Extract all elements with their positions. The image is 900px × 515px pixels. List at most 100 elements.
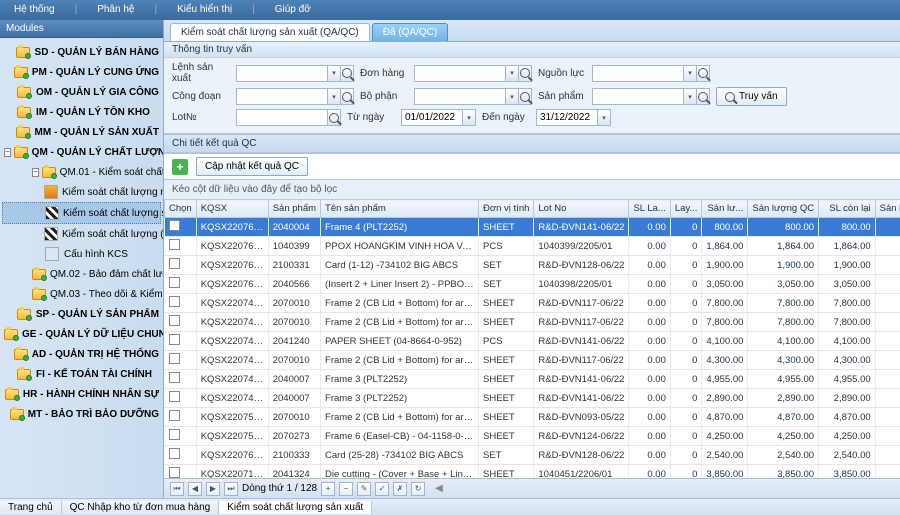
row-checkbox[interactable]	[169, 410, 180, 421]
pg-refresh[interactable]: ↻	[411, 482, 425, 496]
lk-nl[interactable]	[697, 65, 710, 82]
row-checkbox[interactable]	[169, 315, 180, 326]
lk-lot[interactable]	[328, 109, 341, 126]
dd-nl[interactable]: ▾	[684, 65, 697, 82]
tree-node[interactable]: QM.03 - Theo dõi & Kiểm soát	[2, 284, 161, 304]
row-checkbox[interactable]	[169, 353, 180, 364]
col-header[interactable]: SL La...	[629, 200, 670, 218]
lk-dh[interactable]	[519, 65, 532, 82]
tree-node[interactable]: −QM - QUẢN LÝ CHẤT LƯỢNG	[2, 142, 161, 162]
tree-node[interactable]: FI - KẾ TOÁN TÀI CHÍNH	[2, 364, 161, 384]
lk-bp[interactable]	[519, 88, 532, 105]
row-checkbox[interactable]	[169, 258, 180, 269]
lk-lsx[interactable]	[341, 65, 354, 82]
menu-help[interactable]: Giúp đỡ	[265, 0, 321, 20]
col-header[interactable]: Tên sản phẩm	[321, 200, 479, 218]
inp-lot[interactable]	[236, 109, 328, 126]
status-home[interactable]: Trang chủ	[0, 501, 62, 514]
add-icon[interactable]: +	[172, 159, 188, 175]
expand-icon[interactable]: −	[32, 168, 39, 177]
row-checkbox[interactable]	[169, 448, 180, 459]
row-checkbox[interactable]	[169, 334, 180, 345]
pg-edit[interactable]: ✎	[357, 482, 371, 496]
row-checkbox[interactable]	[169, 277, 180, 288]
row-checkbox[interactable]	[169, 239, 180, 250]
menu-system[interactable]: Hệ thống	[4, 0, 65, 20]
inp-to[interactable]	[536, 109, 598, 126]
tree-node[interactable]: MM - QUẢN LÝ SẢN XUẤT	[2, 122, 161, 142]
table-row[interactable]: KQSX220762572100333Card (25-28) -734102 …	[165, 446, 900, 465]
table-row[interactable]: KQSX220765722040566(Insert 2 + Liner Ins…	[165, 275, 900, 294]
row-checkbox[interactable]	[169, 372, 180, 383]
dd-sp[interactable]: ▾	[684, 88, 697, 105]
row-checkbox[interactable]	[169, 467, 180, 478]
lk-sp[interactable]	[697, 88, 710, 105]
inp-lsx[interactable]	[236, 65, 328, 82]
col-header[interactable]: Sản lư...	[702, 200, 748, 218]
dd-to[interactable]: ▾	[598, 109, 611, 126]
row-checkbox[interactable]	[169, 220, 180, 231]
tree-node[interactable]: GE - QUẢN LÝ DỮ LIỆU CHUNG	[2, 324, 161, 344]
tree-node[interactable]: Kiểm soát chất lượng mua hàng	[2, 182, 161, 202]
status-qc-import[interactable]: QC Nhập kho từ đơn mua hàng	[62, 501, 220, 514]
col-header[interactable]: KQSX	[196, 200, 268, 218]
tree-node[interactable]: Kiểm soát chất lượng sản xuất	[2, 202, 161, 224]
table-row[interactable]: KQSX220765632100331Card (1-12) -734102 B…	[165, 256, 900, 275]
pg-last[interactable]: ⏭	[224, 482, 238, 496]
col-header[interactable]: Đơn vị tính	[479, 200, 534, 218]
col-header[interactable]: Lot No	[534, 200, 629, 218]
row-checkbox[interactable]	[169, 296, 180, 307]
pg-cancel[interactable]: ✗	[393, 482, 407, 496]
pg-prev[interactable]: ◀	[188, 482, 202, 496]
pg-add[interactable]: +	[321, 482, 335, 496]
tree-node[interactable]: OM - QUẢN LÝ GIA CÔNG	[2, 82, 161, 102]
col-header[interactable]: Sản lượng đạt	[875, 200, 900, 218]
module-tree[interactable]: SD - QUẢN LÝ BÁN HÀNGPM - QUẢN LÝ CUNG Ứ…	[0, 38, 163, 498]
table-row[interactable]: KQSX220743692070010Frame 2 (CB Lid + Bot…	[165, 294, 900, 313]
dd-lsx[interactable]: ▾	[328, 65, 341, 82]
menu-view[interactable]: Kiểu hiển thị	[167, 0, 242, 20]
table-row[interactable]: KQSX220743702070010Frame 2 (CB Lid + Bot…	[165, 313, 900, 332]
tree-node[interactable]: IM - QUẢN LÝ TỒN KHO	[2, 102, 161, 122]
tab-done[interactable]: Đã (QA/QC)	[372, 23, 448, 41]
row-checkbox[interactable]	[169, 391, 180, 402]
status-qc-prod[interactable]: Kiểm soát chất lượng sản xuất	[219, 501, 372, 514]
btn-update-qc[interactable]: Cập nhật kết quả QC	[196, 157, 308, 176]
tree-node[interactable]: PM - QUẢN LÝ CUNG ỨNG	[2, 62, 161, 82]
tree-node[interactable]: AD - QUẢN TRỊ HỆ THỐNG	[2, 344, 161, 364]
expand-icon[interactable]: −	[4, 148, 11, 157]
tree-node[interactable]: SD - QUẢN LÝ BÁN HÀNG	[2, 42, 161, 62]
table-row[interactable]: KQSX220755222070273Frame 6 (Easel-CB) - …	[165, 427, 900, 446]
table-row[interactable]: KQSX220743892041240PAPER SHEET (04-8664-…	[165, 332, 900, 351]
dd-from[interactable]: ▾	[463, 109, 476, 126]
col-header[interactable]: SL còn lại	[819, 200, 876, 218]
tree-node[interactable]: Kiểm soát chất lượng (KCS)	[2, 224, 161, 244]
table-row[interactable]: KQSX220755102070010Frame 2 (CB Lid + Bot…	[165, 408, 900, 427]
table-row[interactable]: KQSX220765001040399PPOX HOANGKIM VINH HO…	[165, 237, 900, 256]
lk-cd[interactable]	[341, 88, 354, 105]
inp-bp[interactable]	[414, 88, 506, 105]
row-checkbox[interactable]	[169, 429, 180, 440]
tree-node[interactable]: Cấu hình KCS	[2, 244, 161, 264]
pg-del[interactable]: −	[339, 482, 353, 496]
table-row[interactable]: KQSX220764912040004Frame 4 (PLT2252)SHEE…	[165, 218, 900, 237]
inp-cd[interactable]	[236, 88, 328, 105]
pg-ok[interactable]: ✓	[375, 482, 389, 496]
inp-from[interactable]	[401, 109, 463, 126]
table-row[interactable]: KQSX220712432041324Die cutting - (Cover …	[165, 465, 900, 479]
pg-next[interactable]: ▶	[206, 482, 220, 496]
tree-node[interactable]: SP - QUẢN LÝ SẢN PHẨM	[2, 304, 161, 324]
table-row[interactable]: KQSX220745202070010Frame 2 (CB Lid + Bot…	[165, 351, 900, 370]
col-header[interactable]: Sản lượng QC	[748, 200, 819, 218]
tree-node[interactable]: −QM.01 - Kiểm soát chất lượng	[2, 162, 161, 182]
tree-node[interactable]: MT - BẢO TRÌ BẢO DƯỠNG	[2, 404, 161, 424]
dd-dh[interactable]: ▾	[506, 65, 519, 82]
group-drop-hint[interactable]: Kéo cột dữ liệu vào đây để tạo bộ lọc	[164, 180, 900, 199]
inp-sp[interactable]	[592, 88, 684, 105]
table-row[interactable]: KQSX220745282040007Frame 3 (PLT2252)SHEE…	[165, 370, 900, 389]
data-grid[interactable]: ChọnKQSXSản phẩmTên sản phẩmĐơn vị tínhL…	[164, 199, 900, 478]
btn-query[interactable]: Truy vấn	[716, 87, 787, 106]
col-header[interactable]: Lay...	[670, 200, 702, 218]
tree-node[interactable]: HR - HÀNH CHÍNH NHÂN SỰ	[2, 384, 161, 404]
tab-qaqc[interactable]: Kiểm soát chất lượng sản xuất (QA/QC)	[170, 23, 370, 41]
